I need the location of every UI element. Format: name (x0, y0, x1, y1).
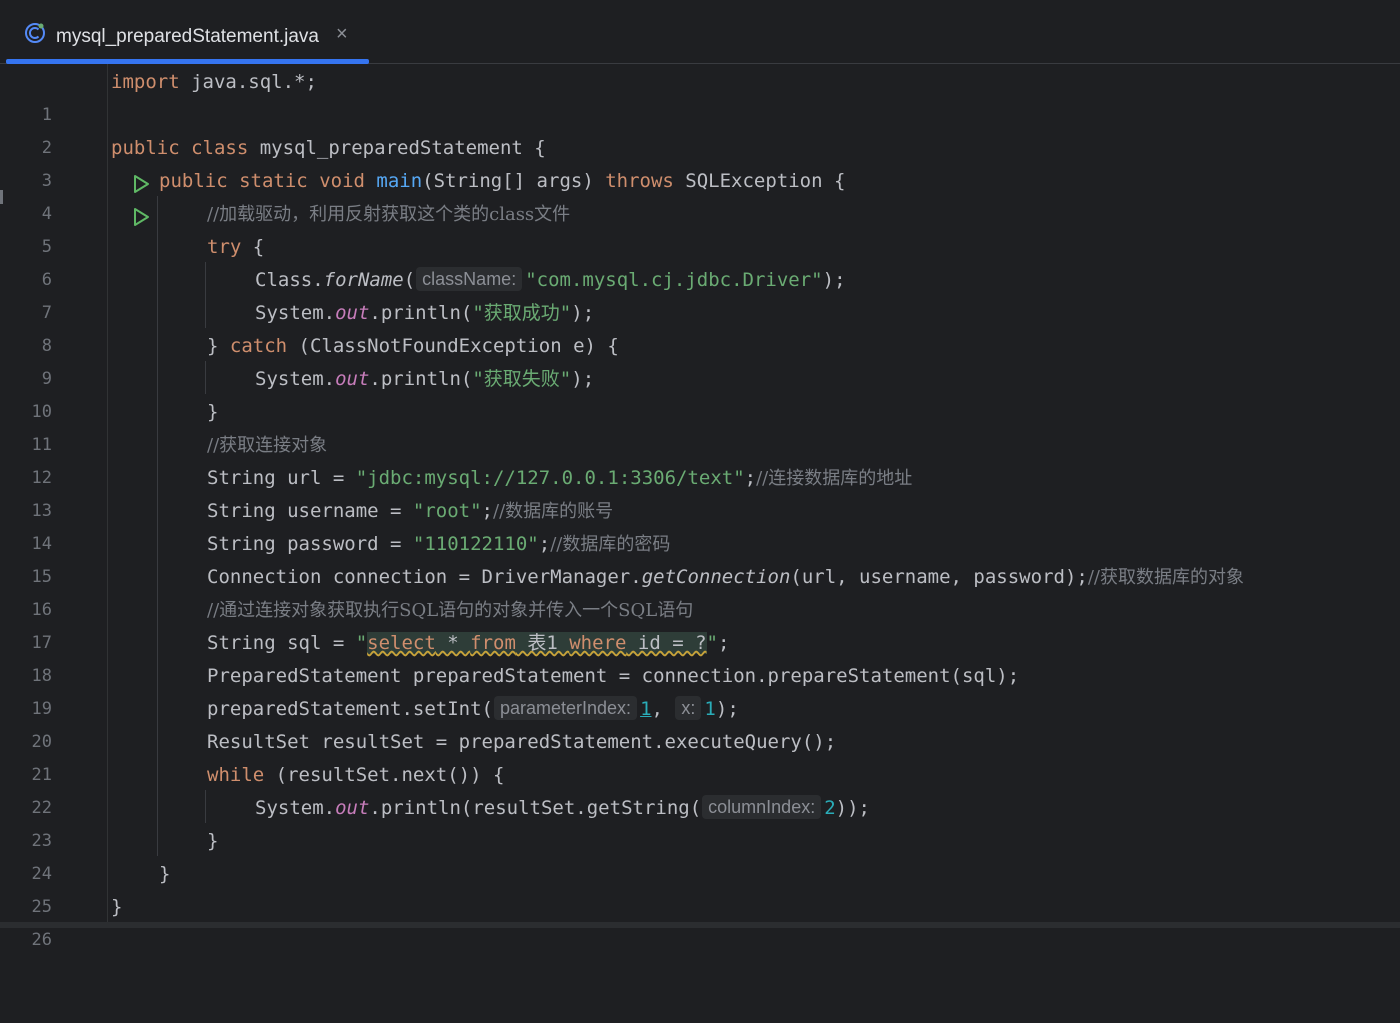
code-text: //获取连接对象 (207, 435, 328, 456)
code-text: import java.sql.*; (111, 71, 317, 93)
code-line: 1 import java.sql.*; (0, 66, 1400, 125)
code-line: 6 try { (0, 231, 1400, 290)
editor-tab-bar: mysql_preparedStatement.java × (0, 0, 1400, 64)
code-editor[interactable]: 1 import java.sql.*; 2 3 public class my… (0, 64, 1400, 950)
code-line: 9 } catch (ClassNotFoundException e) { (0, 330, 1400, 389)
code-text: System.out.println(resultSet.getString(c… (255, 795, 870, 819)
code-line: 13 String url = "jdbc:mysql://127.0.0.1:… (0, 462, 1400, 521)
code-line: 7 Class.forName(className: "com.mysql.cj.… (0, 264, 1400, 323)
line-number: 26 (31, 930, 52, 950)
code-line: 14 String username = "root";//数据库的账号 (0, 495, 1400, 554)
code-line: 11 } (0, 396, 1400, 455)
run-play-icon[interactable] (62, 172, 149, 226)
close-tab-icon[interactable]: × (336, 24, 348, 44)
code-line: 3 public class mysql_preparedStatement { (0, 132, 1400, 193)
code-line: 23 System.out.println(resultSet.getStrin… (0, 792, 1400, 851)
code-text: String password = "110122110";//数据库的密码 (207, 533, 671, 555)
code-line: 2 (0, 99, 1400, 158)
code-line: 21 ResultSet resultSet = preparedStateme… (0, 726, 1400, 785)
code-text: preparedStatement.setInt(parameterIndex:… (207, 696, 739, 720)
code-text: Class.forName(className: "com.mysql.cj.jd… (255, 267, 846, 291)
code-text: public static void main(String[] args) t… (159, 170, 846, 192)
code-line: 22 while (resultSet.next()) { (0, 759, 1400, 818)
code-line: 20 preparedStatement.setInt(parameterInd… (0, 693, 1400, 752)
code-line: 18 String sql = "select * from 表1 where … (0, 627, 1400, 686)
code-text: //加载驱动，利用反射获取这个类的class文件 (207, 204, 571, 225)
parameter-hint: columnIndex: (702, 795, 822, 819)
run-play-icon[interactable] (62, 139, 149, 193)
code-line: 24 } (0, 825, 1400, 884)
parameter-hint: parameterIndex: (493, 696, 638, 720)
java-class-icon (24, 22, 46, 44)
code-line: 25 } (0, 858, 1400, 917)
code-text: System.out.println("获取失败"); (255, 368, 595, 390)
code-text: } (159, 863, 171, 885)
code-line: 19 PreparedStatement preparedStatement =… (0, 660, 1400, 719)
code-line: 4 public static void main(String[] args)… (0, 165, 1400, 226)
gutter-marker (0, 190, 3, 204)
code-text: System.out.println("获取成功"); (255, 302, 595, 324)
code-text: Connection connection = DriverManager.ge… (207, 566, 1244, 588)
tab-mysql-preparedstatement[interactable]: mysql_preparedStatement.java × (6, 6, 369, 64)
code-text: } catch (ClassNotFoundException e) { (207, 335, 619, 357)
code-text: String url = "jdbc:mysql://127.0.0.1:330… (207, 467, 913, 489)
code-text: PreparedStatement preparedStatement = co… (207, 665, 1020, 687)
code-text: } (207, 830, 219, 852)
code-text: } (207, 401, 219, 423)
code-line: 17 //通过连接对象获取执行SQL语句的对象并传入一个SQL语句 (0, 594, 1400, 653)
code-text: public class mysql_preparedStatement { (111, 137, 546, 159)
code-line: 15 String password = "110122110";//数据库的密… (0, 528, 1400, 587)
code-line: 26 } (0, 891, 1400, 950)
code-line: 10 System.out.println("获取失败"); (0, 363, 1400, 422)
code-text: String username = "root";//数据库的账号 (207, 500, 614, 522)
code-line: 5 //加载驱动，利用反射获取这个类的class文件 (0, 198, 1400, 257)
sql-injection-highlight: select * from 表1 where id = ? (367, 632, 707, 654)
code-text: ResultSet resultSet = preparedStatement.… (207, 731, 837, 753)
code-line: 12 //获取连接对象 (0, 429, 1400, 488)
code-text: try { (207, 236, 265, 258)
code-line: 8 System.out.println("获取成功"); (0, 297, 1400, 356)
parameter-hint: className: (416, 267, 523, 291)
horizontal-scrollbar[interactable] (0, 922, 1400, 928)
code-text: } (111, 896, 123, 918)
code-text: //通过连接对象获取执行SQL语句的对象并传入一个SQL语句 (207, 600, 694, 621)
code-text: while (resultSet.next()) { (207, 764, 505, 786)
parameter-hint: x: (675, 696, 702, 720)
code-text: String sql = "select * from 表1 where id … (207, 632, 730, 654)
tab-filename: mysql_preparedStatement.java (56, 26, 319, 47)
code-line: 16 Connection connection = DriverManager… (0, 561, 1400, 620)
